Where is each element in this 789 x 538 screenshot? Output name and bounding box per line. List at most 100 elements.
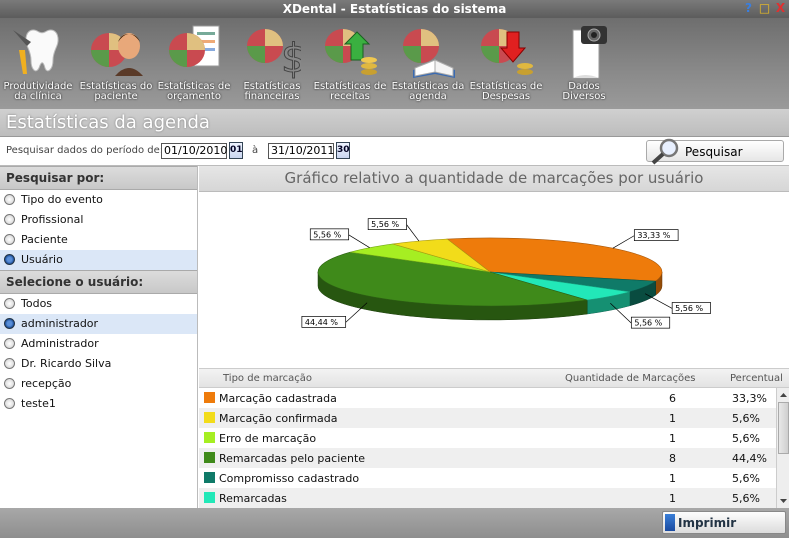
toolbar-item-despesas[interactable]: Estatísticas de Despesas [468,20,544,108]
date-to-input[interactable]: 31/10/2011 [268,143,334,159]
search-by-option[interactable]: Profissional [0,210,197,230]
cell-qty: 1 [669,492,676,505]
user-option[interactable]: administrador [0,314,197,334]
search-bar: Pesquisar dados do período de: 01/10/201… [0,137,789,166]
pie-label-leader [612,235,635,249]
close-icon[interactable]: X [774,1,787,15]
user-option-label: Dr. Ricardo Silva [21,357,112,370]
pie-label: 33,33 % [637,231,670,240]
pie-chart: 33,33 % 5,56 % 5,56 % 44,44 % 5,56 % 5,56 % [199,192,789,368]
date-separator-label: à [252,145,259,156]
scroll-up-icon[interactable] [778,390,789,400]
table-row[interactable]: Remarcadas pelo paciente 8 44,4% [199,448,789,468]
color-swatch [204,392,215,403]
col-header-type: Tipo de marcação [223,373,313,384]
search-by-option-label: Usuário [21,253,63,266]
maximize-icon[interactable]: □ [758,1,771,15]
toolbar-item-dados-diversos[interactable]: Dados Diversos [546,20,622,108]
user-option-label: recepção [21,377,72,390]
cell-pct: 5,6% [732,412,760,425]
scroll-thumb[interactable] [778,402,789,454]
toolbar-item-paciente[interactable]: Estatísticas do paciente [78,20,154,108]
search-by-options: Tipo do evento Profissional Paciente Usuári… [0,190,197,270]
radio-icon[interactable] [4,318,15,329]
toolbar-item-produtividade[interactable]: Produtividade da clínica [0,20,76,108]
cell-pct: 5,6% [732,432,760,445]
page-title: Estatísticas da agenda [0,109,789,137]
user-option[interactable]: Todos [0,294,197,314]
toolbar-item-agenda[interactable]: Estatísticas da agenda [390,20,466,108]
search-by-option[interactable]: Tipo do evento [0,190,197,210]
calendar-from-button[interactable]: 01 [229,142,243,159]
search-by-option[interactable]: Paciente [0,230,197,250]
radio-icon[interactable] [4,398,15,409]
toolbar-label: Estatísticas de Despesas [469,81,543,102]
radio-icon[interactable] [4,338,15,349]
col-header-pct: Percentual [730,373,783,384]
user-options: Todos administrador Administrador Dr. Ricar… [0,294,197,414]
scroll-down-icon[interactable] [778,496,789,506]
table-row[interactable]: Erro de marcação 1 5,6% [199,428,789,448]
svg-text:$: $ [281,36,301,80]
user-option[interactable]: Dr. Ricardo Silva [0,354,197,374]
color-swatch [204,492,215,503]
toolbar-label: Dados Diversos [562,81,606,102]
toolbar-item-receitas[interactable]: Estatísticas de receitas [312,20,388,108]
table-body: Marcação cadastrada 6 33,3% Marcação confir… [199,388,789,508]
calendar-to-button[interactable]: 30 [336,142,350,159]
user-option[interactable]: Administrador [0,334,197,354]
help-icon[interactable]: ? [742,1,755,15]
search-by-option-label: Profissional [21,213,84,226]
toolbar-item-financeiras[interactable]: $ Estatísticas financeiras [234,20,310,108]
data-table: Tipo de marcação Quantidade de Marcações… [199,368,789,508]
radio-icon[interactable] [4,358,15,369]
cell-pct: 5,6% [732,472,760,485]
table-row[interactable]: Compromisso cadastrado 1 5,6% [199,468,789,488]
pie-chart-book-icon [399,20,457,80]
magnifier-icon [649,137,681,168]
filter-panel: Pesquisar por: Tipo do evento Profissiona… [0,166,198,508]
user-option-label: administrador [21,317,99,330]
window-title: XDental - Estatísticas do sistema [282,2,507,16]
cell-type: Remarcadas pelo paciente [219,452,366,465]
search-button[interactable]: Pesquisar [646,138,784,165]
user-option-label: Todos [21,297,53,310]
pie-label: 5,56 % [313,230,341,239]
pie-label: 5,56 % [675,304,703,313]
user-option[interactable]: teste1 [0,394,197,414]
user-option[interactable]: recepção [0,374,197,394]
table-scrollbar[interactable] [776,388,789,508]
pie-label: 44,44 % [305,318,338,327]
radio-icon[interactable] [4,298,15,309]
chart-panel: Gráfico relativo a quantidade de marcaçõ… [199,166,789,508]
color-swatch [204,412,215,423]
pie-chart-arrow-up-coins-icon [321,20,379,80]
date-from-input[interactable]: 01/10/2010 [161,143,227,159]
pie-label: 5,56 % [371,220,399,229]
cell-type: Compromisso cadastrado [219,472,360,485]
radio-icon[interactable] [4,194,15,205]
pie-label-leader [348,234,370,249]
radio-icon[interactable] [4,214,15,225]
pie-chart-arrow-down-coins-icon [477,20,535,80]
pie-label: 5,56 % [634,319,662,328]
radio-icon[interactable] [4,378,15,389]
color-swatch [204,452,215,463]
pie-label-leader [644,293,673,309]
print-button[interactable]: Imprimir [662,511,786,534]
toolbar-label: Estatísticas financeiras [243,81,301,102]
search-by-option-label: Tipo do evento [21,193,103,206]
table-row[interactable]: Remarcadas 1 5,6% [199,488,789,508]
pie-chart-patient-icon [87,20,145,80]
radio-icon[interactable] [4,234,15,245]
pie-chart-document-icon [165,20,223,80]
radio-icon[interactable] [4,254,15,265]
col-header-qty: Quantidade de Marcações [565,373,696,384]
table-row[interactable]: Marcação cadastrada 6 33,3% [199,388,789,408]
search-by-option[interactable]: Usuário [0,250,197,270]
chart-title: Gráfico relativo a quantidade de marcaçõ… [199,166,789,192]
user-option-label: teste1 [21,397,56,410]
table-row[interactable]: Marcação confirmada 1 5,6% [199,408,789,428]
search-button-label: Pesquisar [685,145,743,159]
toolbar-item-orcamento[interactable]: Estatísticas de orçamento [156,20,232,108]
